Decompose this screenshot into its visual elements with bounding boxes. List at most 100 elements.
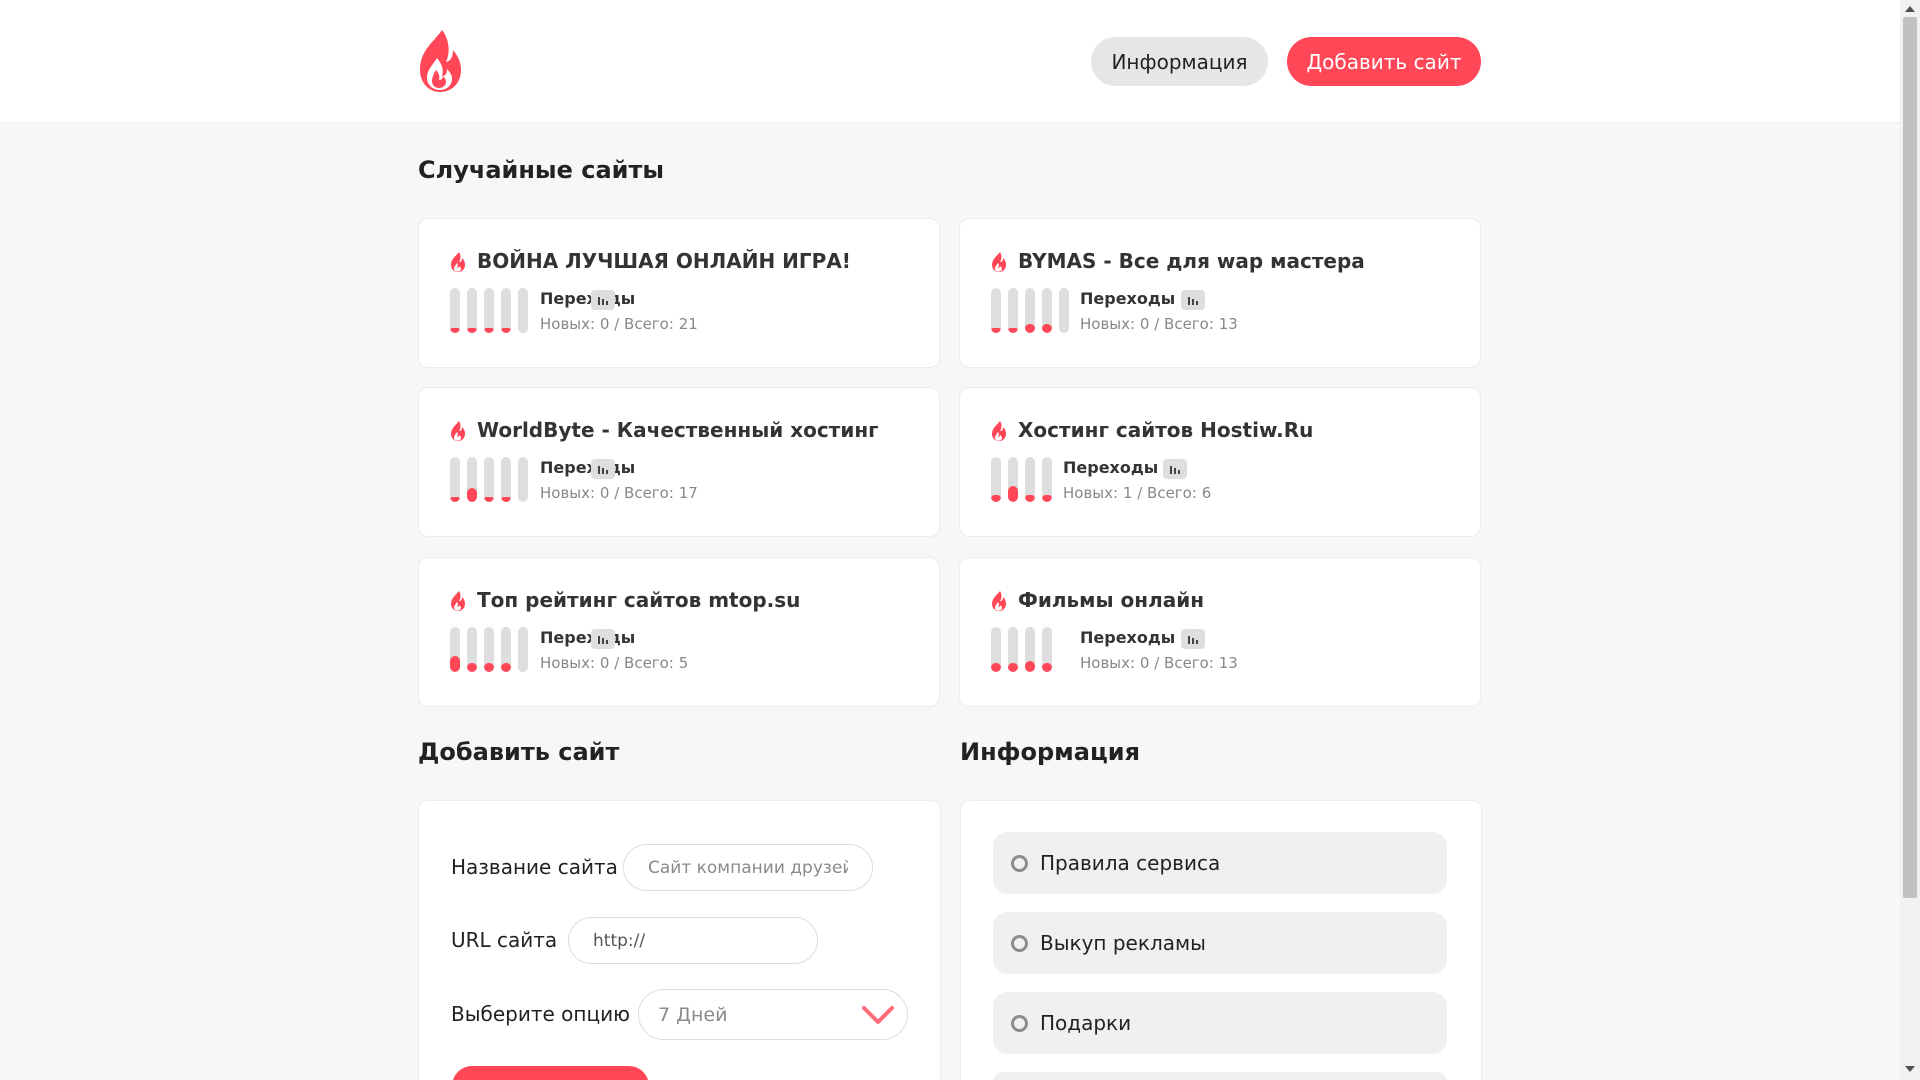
site-card[interactable]: WorldByte - Качественный хостинг Переходы… [418,387,940,537]
stats-new-label: Новых: [1080,315,1136,333]
activity-bar [484,627,494,672]
info-item-ads[interactable]: Выкуп рекламы [993,912,1447,974]
site-name-label: Название сайта [451,855,618,879]
bar-chart-icon[interactable] [1163,459,1187,479]
site-name-input[interactable] [623,844,873,891]
activity-bars [991,288,1069,333]
info-item-more[interactable] [993,1072,1447,1080]
activity-bar-fill [991,663,1001,672]
stats-total: 6 [1201,484,1212,502]
activity-bar [450,457,460,502]
add-site-button[interactable]: Добавить сайт [1287,37,1481,86]
stats-new-label: Новых: [540,315,596,333]
info-item-label: Подарки [1040,1011,1132,1035]
stats-new: 1 [1122,484,1133,502]
page-scrollbar[interactable] [1900,0,1920,1080]
scroll-up-arrow-icon[interactable] [1905,6,1915,12]
activity-bar-fill [501,497,511,502]
stats-sep: / [614,484,620,502]
stats-total: 5 [678,654,689,672]
stats-counts: Новых: 0 / Всего: 21 [540,315,698,333]
activity-bar [1025,627,1035,672]
activity-bar [518,457,528,502]
stats-new: 0 [599,484,610,502]
info-button[interactable]: Информация [1091,37,1268,86]
stats-new: 0 [599,315,610,333]
bar-chart-icon[interactable] [591,459,615,479]
info-item-gifts[interactable]: Подарки [993,992,1447,1054]
flame-icon [451,421,465,441]
site-card[interactable]: BYMAS - Все для wap мастера Переходы Новых… [959,218,1481,368]
activity-bar-fill [501,663,511,672]
activity-bar-fill [1042,324,1052,333]
activity-bar [501,457,511,502]
activity-bar [1042,288,1052,333]
stats-counts: Новых: 0 / Всего: 5 [540,654,688,672]
site-card-title[interactable]: ВОЙНА ЛУЧШАЯ ОНЛАЙН ИГРА! [477,249,851,273]
scroll-down-arrow-icon[interactable] [1905,1066,1915,1072]
bar-chart-icon[interactable] [591,629,615,649]
submit-button[interactable] [452,1066,649,1080]
stats-total-label: Всего: [624,315,674,333]
site-card[interactable]: Хостинг сайтов Hostiw.Ru Переходы Новых: 1… [959,387,1481,537]
stats-sep: / [1154,654,1160,672]
stats-label: Переходы [1080,628,1176,647]
site-url-input[interactable] [568,917,818,964]
activity-bar [501,288,511,333]
stats-total: 17 [678,484,698,502]
site-card[interactable]: Фильмы онлайн Переходы Новых: 0 / Всего: 1… [959,557,1481,707]
stats-label: Переходы [540,628,636,647]
stats-total-label: Всего: [1147,484,1197,502]
option-select[interactable]: 7 Дней [638,989,908,1040]
activity-bars [991,627,1052,672]
flame-icon [451,591,465,611]
flame-icon [992,252,1006,272]
bar-chart-icon[interactable] [591,290,615,310]
activity-bar [1059,288,1069,333]
stats-new: 0 [1139,654,1150,672]
flame-logo-icon[interactable] [414,28,466,94]
flame-icon [992,421,1006,441]
flame-icon [451,252,465,272]
activity-bar-fill [991,328,1001,333]
stats-new: 0 [599,654,610,672]
top-header: Информация Добавить сайт [0,0,1900,123]
site-card-title[interactable]: BYMAS - Все для wap мастера [1018,249,1365,273]
activity-bars [991,457,1052,502]
stats-new-label: Новых: [1080,654,1136,672]
stats-counts: Новых: 0 / Всего: 13 [1080,654,1238,672]
activity-bar [991,288,1001,333]
stats-label: Переходы [1080,289,1176,308]
stats-total-label: Всего: [624,654,674,672]
activity-bar [467,457,477,502]
info-item-rules[interactable]: Правила сервиса [993,832,1447,894]
activity-bar [1042,627,1052,672]
bar-chart-icon[interactable] [1181,629,1205,649]
stats-counts: Новых: 0 / Всего: 17 [540,484,698,502]
stats-total-label: Всего: [1164,315,1214,333]
circle-icon [1011,934,1028,952]
stats-counts: Новых: 1 / Всего: 6 [1063,484,1211,502]
stats-label: Переходы [1063,458,1159,477]
activity-bar-fill [1025,661,1035,672]
bar-chart-icon[interactable] [1181,290,1205,310]
activity-bars [450,288,528,333]
info-item-label: Правила сервиса [1040,851,1221,875]
option-select-value: 7 Дней [658,1003,728,1026]
activity-bar-fill [484,663,494,672]
site-card-title[interactable]: Хостинг сайтов Hostiw.Ru [1018,418,1313,442]
site-card-title[interactable]: WorldByte - Качественный хостинг [477,418,879,442]
stats-new: 0 [1139,315,1150,333]
activity-bar-fill [484,497,494,502]
activity-bar-fill [501,328,511,333]
site-card-title[interactable]: Топ рейтинг сайтов mtop.su [477,588,800,612]
activity-bar [1008,288,1018,333]
stats-new-label: Новых: [540,484,596,502]
flame-icon [992,591,1006,611]
activity-bar-fill [484,328,494,333]
scroll-thumb[interactable] [1903,17,1917,898]
site-card-title[interactable]: Фильмы онлайн [1018,588,1204,612]
site-card[interactable]: Топ рейтинг сайтов mtop.su Переходы Новых:… [418,557,940,707]
info-title: Информация [960,738,1140,766]
site-card[interactable]: ВОЙНА ЛУЧШАЯ ОНЛАЙН ИГРА! Переходы Новых: … [418,218,940,368]
